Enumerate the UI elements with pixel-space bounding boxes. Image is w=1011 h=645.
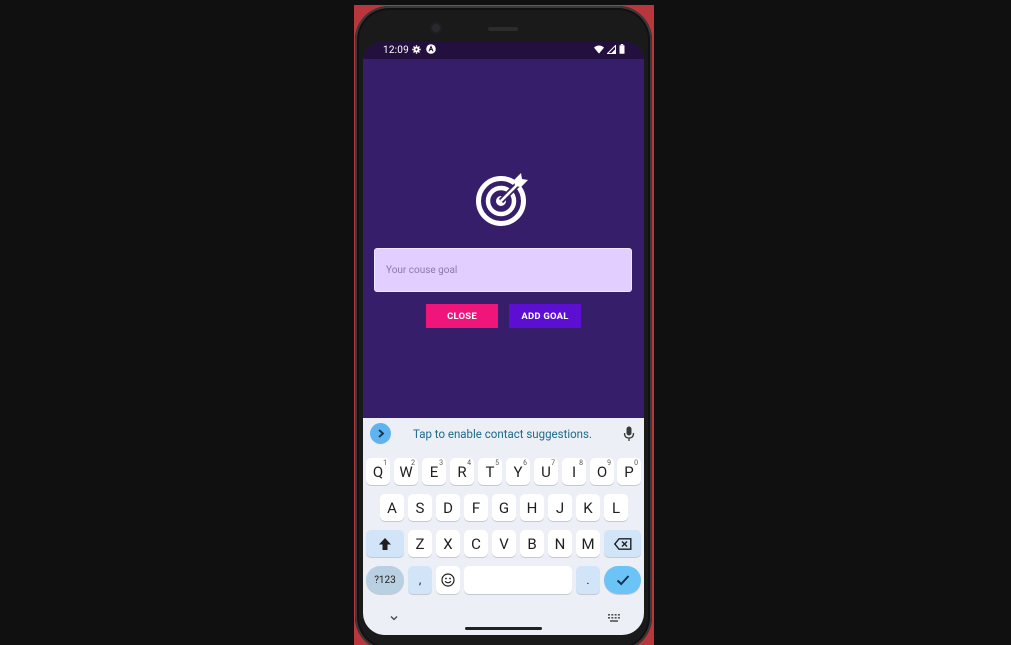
key-hint: 3 (439, 459, 443, 467)
key-i[interactable]: I8 (562, 458, 586, 485)
front-camera (432, 24, 440, 32)
key-y[interactable]: Y6 (506, 458, 530, 485)
comma-key[interactable]: , (408, 566, 432, 594)
key-hint: 0 (634, 459, 638, 467)
checkmark-icon (616, 575, 629, 586)
suggestion-bar: Tap to enable contact suggestions. (363, 418, 644, 448)
shift-arrow-icon (379, 537, 391, 550)
earpiece-speaker (488, 27, 518, 31)
key-h[interactable]: H (520, 494, 544, 521)
key-x[interactable]: X (436, 530, 460, 557)
signal-icon (607, 44, 616, 54)
status-right-icons (594, 44, 625, 54)
status-left-icons (412, 44, 436, 54)
key-d[interactable]: D (436, 494, 460, 521)
key-j[interactable]: J (548, 494, 572, 521)
key-n[interactable]: N (548, 530, 572, 557)
symbols-key[interactable]: ?123 (366, 566, 404, 594)
key-a[interactable]: A (380, 494, 404, 521)
navigation-bar (363, 607, 644, 635)
key-hint: 7 (551, 459, 555, 467)
target-icon (476, 173, 528, 226)
key-g[interactable]: G (492, 494, 516, 521)
wifi-icon (594, 45, 604, 54)
key-hint: 5 (495, 459, 499, 467)
key-q[interactable]: Q1 (366, 458, 390, 485)
key-r[interactable]: R4 (450, 458, 474, 485)
goal-input-screen: CLOSE ADD GOAL (363, 59, 644, 418)
key-m[interactable]: M (576, 530, 600, 557)
key-e[interactable]: E3 (422, 458, 446, 485)
shift-key[interactable] (366, 530, 404, 557)
key-f[interactable]: F (464, 494, 488, 521)
key-l[interactable]: L (604, 494, 628, 521)
battery-icon (619, 44, 625, 54)
key-k[interactable]: K (576, 494, 600, 521)
gear-icon (412, 44, 421, 54)
goal-input[interactable] (374, 248, 632, 292)
key-w[interactable]: W2 (394, 458, 418, 485)
key-b[interactable]: B (520, 530, 544, 557)
microphone-icon[interactable] (623, 426, 635, 442)
key-hint: 6 (523, 459, 527, 467)
app-notification-icon (426, 44, 436, 54)
key-hint: 2 (411, 459, 415, 467)
backspace-key[interactable] (604, 530, 641, 557)
key-t[interactable]: T5 (478, 458, 502, 485)
add-goal-button[interactable]: ADD GOAL (509, 304, 581, 328)
key-s[interactable]: S (408, 494, 432, 521)
key-hint: 9 (607, 459, 611, 467)
space-key[interactable] (464, 566, 572, 594)
emoji-key[interactable] (436, 566, 460, 594)
key-o[interactable]: O9 (590, 458, 614, 485)
key-v[interactable]: V (492, 530, 516, 557)
phone-screen: 12:09 Your couse goal CLOSE ADD GOAL Tap… (363, 42, 644, 635)
key-hint: 8 (579, 459, 583, 467)
key-p[interactable]: P0 (617, 458, 641, 485)
stage: 12:09 Your couse goal CLOSE ADD GOAL Tap… (0, 0, 1011, 645)
key-c[interactable]: C (464, 530, 488, 557)
key-z[interactable]: Z (408, 530, 432, 557)
period-key[interactable]: . (576, 566, 600, 594)
phone-frame: 12:09 Your couse goal CLOSE ADD GOAL Tap… (355, 6, 652, 645)
hide-keyboard-chevron-icon[interactable] (389, 613, 399, 623)
status-bar: 12:09 (363, 42, 644, 59)
key-hint: 4 (467, 459, 471, 467)
emoji-icon (441, 573, 455, 587)
key-hint: 1 (383, 459, 387, 467)
close-button[interactable]: CLOSE (426, 304, 498, 328)
status-time: 12:09 (383, 45, 409, 56)
chevron-right-icon (377, 429, 384, 438)
suggestion-text[interactable]: Tap to enable contact suggestions. (413, 427, 592, 441)
backspace-icon (613, 537, 631, 550)
soft-keyboard: Tap to enable contact suggestions. Q1 W2… (363, 418, 644, 635)
enter-key[interactable] (604, 566, 641, 594)
keyboard-switch-icon[interactable] (608, 614, 620, 622)
suggestions-expand-button[interactable] (370, 423, 391, 444)
home-gesture-handle[interactable] (465, 627, 542, 630)
key-u[interactable]: U7 (534, 458, 558, 485)
